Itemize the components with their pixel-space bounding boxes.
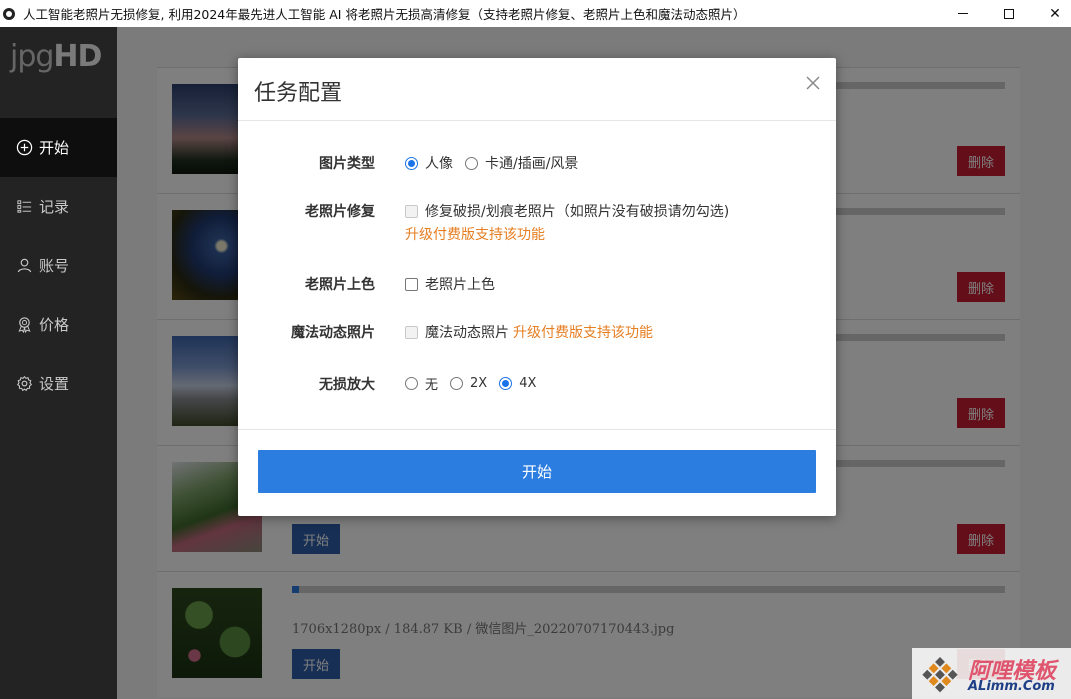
- magic-label: 魔法动态照片: [291, 325, 375, 341]
- sidebar-item-label: 开始: [39, 139, 70, 157]
- restore-checkbox[interactable]: 修复破损/划痕老照片（如照片没有破损请勿勾选): [405, 201, 729, 221]
- gear-icon: [16, 375, 33, 392]
- radio-2x[interactable]: 2X: [450, 376, 487, 391]
- sidebar-item-records[interactable]: 记录: [0, 177, 117, 236]
- radio-button[interactable]: [465, 156, 478, 170]
- dialog-title: 任务配置: [254, 81, 343, 106]
- watermark: 阿哩模板 ALimm.Com: [912, 648, 1071, 699]
- user-icon: [16, 257, 33, 274]
- radio-cartoon[interactable]: 卡通/插画/风景: [465, 153, 578, 173]
- restore-label: 老照片修复: [305, 204, 375, 220]
- close-dialog-button[interactable]: [804, 74, 822, 92]
- list-icon: [16, 198, 33, 215]
- task-config-dialog: 任务配置 图片类型 人像 卡通/插画/风景 老照片修复 修复破损/划痕老照片（如…: [238, 58, 836, 516]
- app-icon: [3, 7, 15, 20]
- sidebar-item-label: 设置: [39, 375, 70, 393]
- upgrade-link[interactable]: 升级付费版支持该功能: [513, 322, 653, 342]
- dialog-start-button[interactable]: 开始: [258, 450, 816, 493]
- sidebar-item-label: 记录: [39, 198, 70, 216]
- award-icon: [16, 316, 33, 333]
- close-window-button[interactable]: ✕: [1031, 0, 1071, 27]
- checkbox[interactable]: [405, 204, 418, 218]
- radio-none[interactable]: 无: [405, 374, 438, 393]
- upgrade-link[interactable]: 升级付费版支持该功能: [405, 224, 545, 244]
- radio-button[interactable]: [405, 377, 418, 390]
- minimize-button[interactable]: [939, 0, 987, 27]
- sidebar-item-label: 账号: [39, 257, 70, 275]
- title-bar: 人工智能老照片无损修复, 利用2024年最先进人工智能 AI 将老照片无损高清修…: [0, 0, 1071, 27]
- maximize-button[interactable]: [985, 0, 1033, 27]
- magic-checkbox[interactable]: 魔法动态照片: [405, 322, 509, 342]
- app-logo: jpgHD: [10, 39, 102, 74]
- checkbox[interactable]: [405, 325, 418, 339]
- radio-button[interactable]: [499, 377, 513, 390]
- sidebar-item-label: 价格: [39, 316, 70, 334]
- sidebar-item-account[interactable]: 账号: [0, 236, 117, 295]
- plus-circle-icon: [16, 139, 33, 156]
- upscale-label: 无损放大: [319, 377, 375, 393]
- dialog-footer: 开始: [238, 429, 836, 516]
- close-icon: [806, 76, 820, 90]
- radio-4x[interactable]: 4X: [499, 376, 536, 391]
- radio-button[interactable]: [405, 156, 418, 170]
- sidebar-item-settings[interactable]: 设置: [0, 354, 117, 413]
- minimize-icon: [958, 13, 968, 14]
- watermark-subtext: ALimm.Com: [968, 679, 1055, 694]
- checkbox[interactable]: [405, 277, 418, 291]
- maximize-icon: [1004, 8, 1014, 19]
- radio-button[interactable]: [450, 377, 464, 390]
- dialog-header: 任务配置: [238, 58, 836, 121]
- window-title: 人工智能老照片无损修复, 利用2024年最先进人工智能 AI 将老照片无损高清修…: [23, 7, 746, 22]
- sidebar-item-pricing[interactable]: 价格: [0, 295, 117, 354]
- watermark-logo-icon: [922, 657, 958, 693]
- sidebar: jpgHD 开始 记录 账号 价格 设置: [0, 27, 117, 699]
- colorize-checkbox[interactable]: 老照片上色: [405, 274, 495, 294]
- image-type-label: 图片类型: [319, 156, 375, 172]
- colorize-label: 老照片上色: [305, 277, 375, 293]
- close-icon: ✕: [1049, 5, 1061, 22]
- radio-portrait[interactable]: 人像: [405, 153, 453, 173]
- sidebar-item-start[interactable]: 开始: [0, 118, 117, 177]
